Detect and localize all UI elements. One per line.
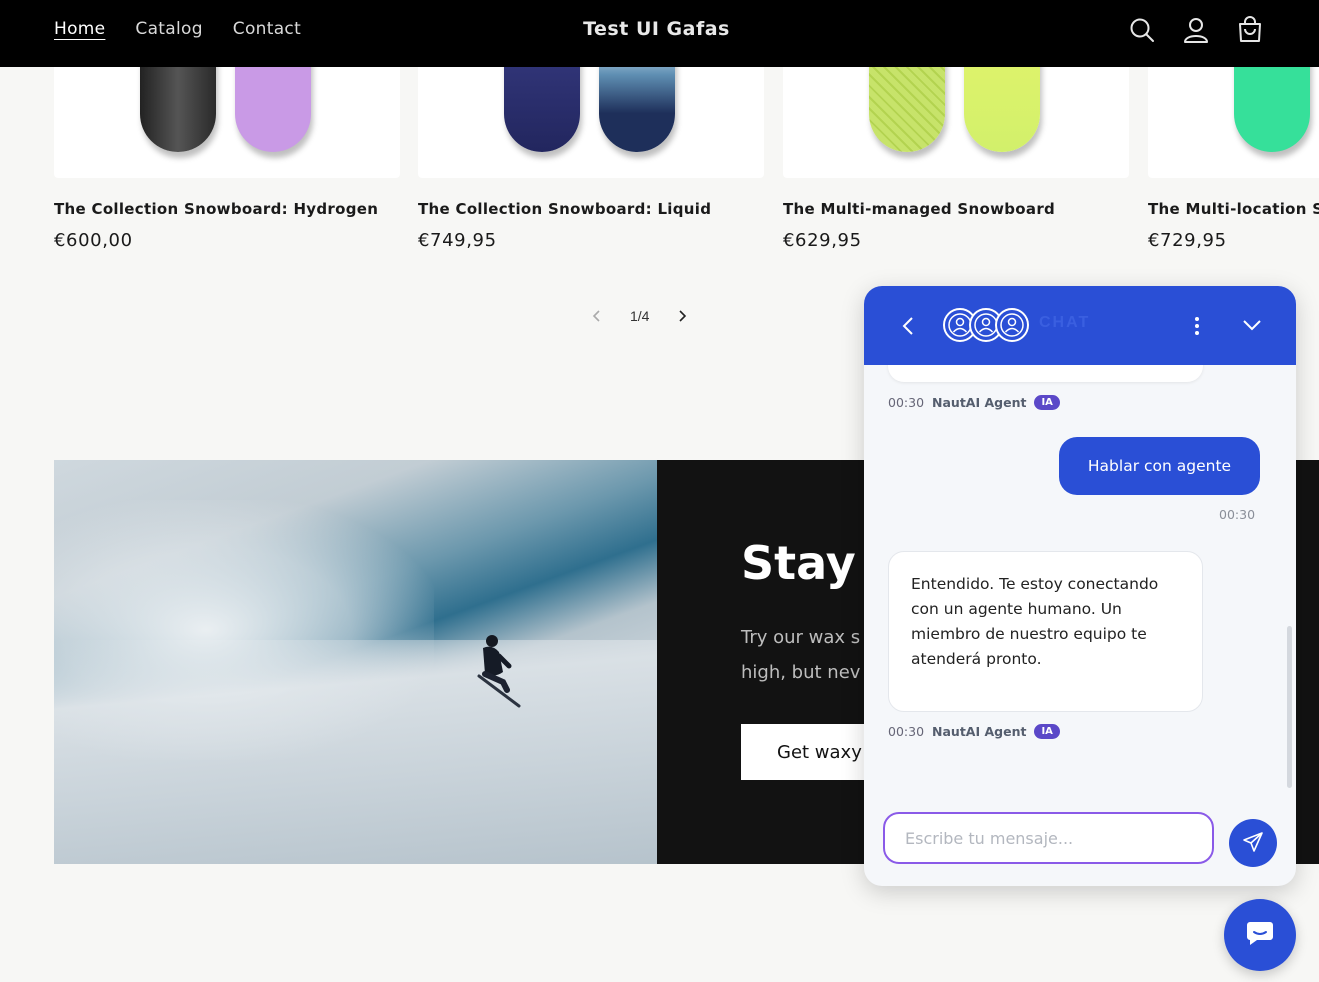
chat-launcher-button[interactable] — [1224, 899, 1296, 971]
product-price: €729,95 — [1148, 230, 1227, 251]
product-price: €629,95 — [783, 230, 862, 251]
message-time: 00:30 — [1219, 507, 1256, 522]
chat-title: CHAT — [1039, 314, 1091, 331]
site-header: Home Catalog Contact Test UI Gafas — [0, 0, 1319, 67]
product-title[interactable]: The Collection Snowboard: Hydrogen — [54, 200, 378, 218]
product-image[interactable] — [54, 67, 400, 178]
product-card[interactable]: The Multi-location Snowboard €729,95 — [1148, 67, 1319, 251]
product-price: €749,95 — [418, 230, 497, 251]
header-icons — [1129, 16, 1263, 44]
product-image[interactable] — [1148, 67, 1319, 178]
user-message-bubble: Hablar con agente — [1059, 437, 1260, 495]
store-brand[interactable]: Test UI Gafas — [0, 18, 1313, 40]
chevron-right-icon[interactable] — [675, 309, 689, 323]
message-input[interactable] — [883, 812, 1214, 864]
agent-avatars — [943, 308, 1029, 342]
product-image[interactable] — [783, 67, 1129, 178]
pager-label: 1/4 — [630, 308, 650, 324]
chat-messages[interactable]: 00:30 NautAI Agent IA Hablar con agente … — [864, 365, 1296, 795]
send-button[interactable] — [1229, 819, 1277, 867]
chat-scrollbar[interactable] — [1287, 626, 1292, 788]
agent-message-bubble — [888, 365, 1203, 382]
search-icon[interactable] — [1129, 16, 1155, 44]
product-title[interactable]: The Collection Snowboard: Liquid — [418, 200, 711, 218]
product-card[interactable]: The Multi-managed Snowboard €629,95 — [783, 67, 1129, 251]
product-carousel: The Collection Snowboard: Hydrogen €600,… — [54, 67, 1319, 267]
avatar-icon — [995, 308, 1029, 342]
carousel-pager: 1/4 — [590, 308, 689, 324]
chevron-down-icon[interactable] — [1242, 318, 1262, 332]
product-card[interactable]: The Collection Snowboard: Hydrogen €600,… — [54, 67, 400, 251]
more-vertical-icon[interactable] — [1194, 316, 1200, 336]
ai-badge: IA — [1034, 395, 1060, 410]
chevron-left-icon[interactable] — [590, 309, 604, 323]
chevron-left-icon[interactable] — [900, 315, 916, 337]
account-icon[interactable] — [1183, 16, 1209, 44]
chat-bubble-icon — [1245, 919, 1275, 952]
agent-name: NautAI Agent — [932, 724, 1027, 739]
agent-name: NautAI Agent — [932, 395, 1027, 410]
product-price: €600,00 — [54, 230, 133, 251]
chat-header: CHAT — [864, 286, 1296, 365]
snowboarder-photo — [54, 460, 657, 864]
message-time: 00:30 — [888, 724, 925, 739]
snowboarder-figure — [477, 635, 521, 708]
product-title[interactable]: The Multi-location Snowboard — [1148, 200, 1319, 218]
product-title[interactable]: The Multi-managed Snowboard — [783, 200, 1055, 218]
agent-message-bubble: Entendido. Te estoy conectando con un ag… — [888, 551, 1203, 712]
chat-widget: CHAT 00:30 NautAI Agent IA Hablar con ag… — [864, 286, 1296, 886]
message-meta: 00:30 NautAI Agent IA — [888, 395, 1060, 410]
send-icon — [1242, 831, 1264, 856]
message-time: 00:30 — [888, 395, 925, 410]
product-card[interactable]: The Collection Snowboard: Liquid €749,95 — [418, 67, 764, 251]
cart-icon[interactable] — [1237, 16, 1263, 44]
message-meta: 00:30 NautAI Agent IA — [888, 724, 1060, 739]
ai-badge: IA — [1034, 724, 1060, 739]
product-image[interactable] — [418, 67, 764, 178]
